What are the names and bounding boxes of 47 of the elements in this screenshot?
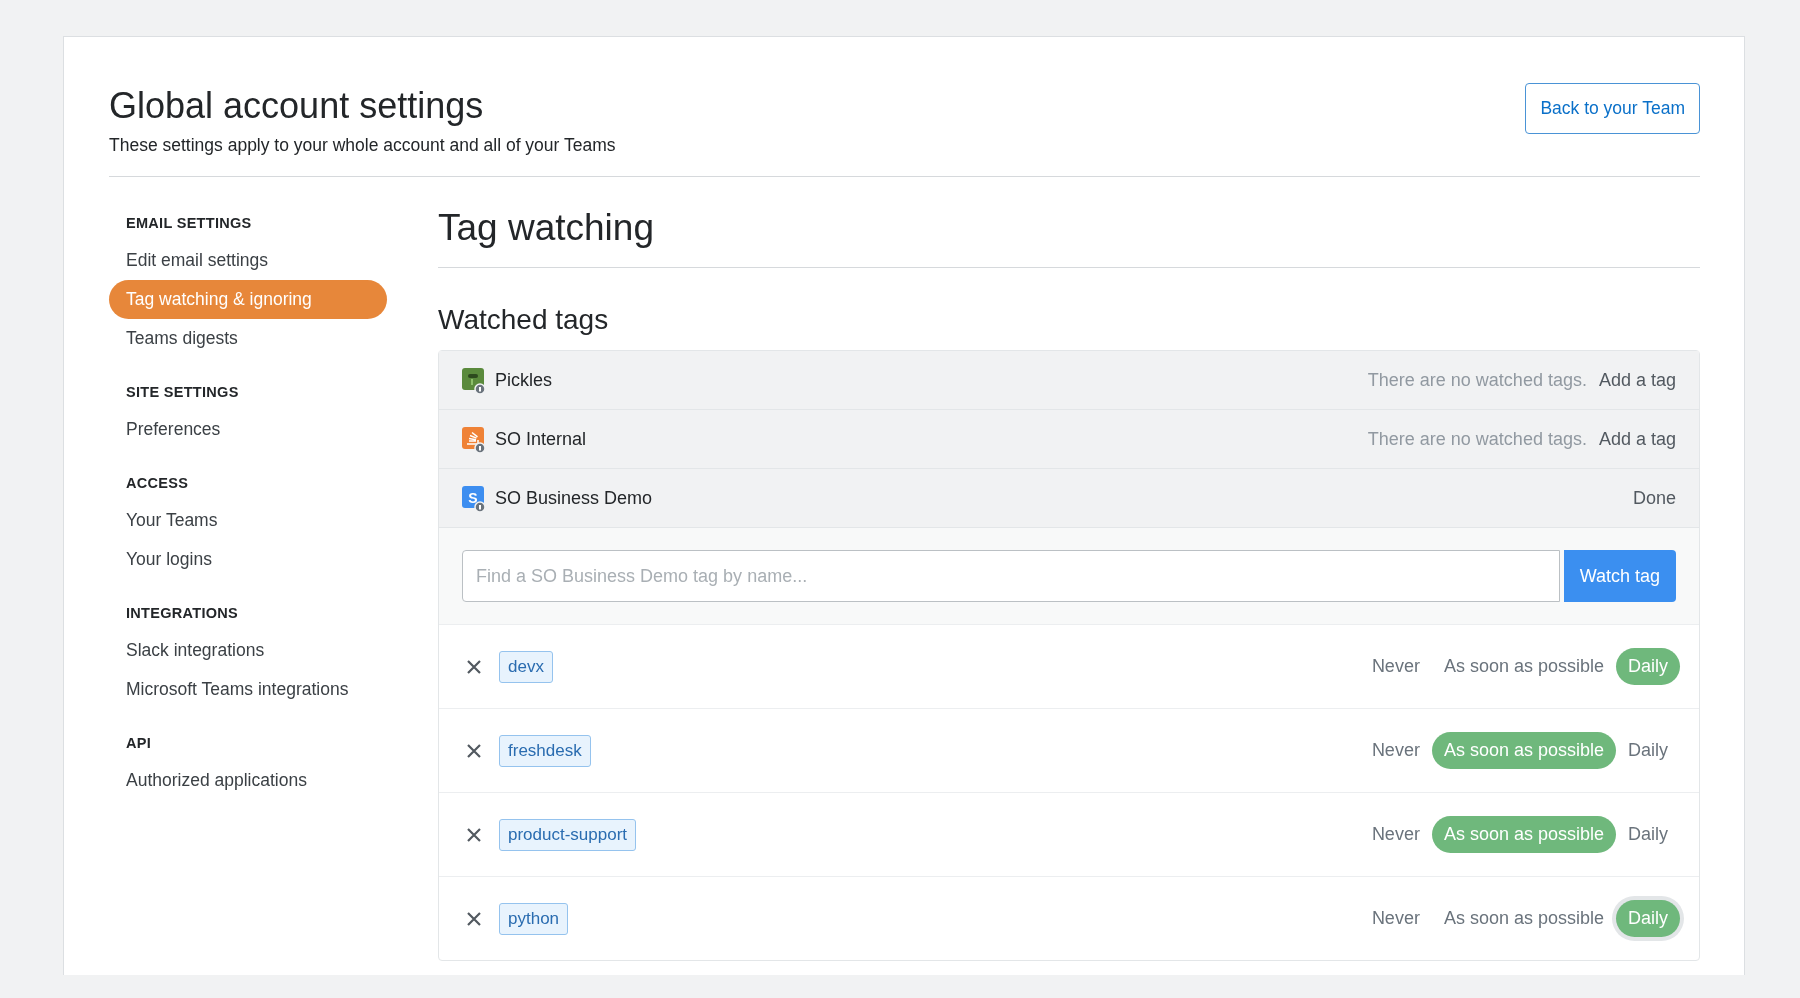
tag-search-field[interactable]: Find a SO Business Demo tag by name... <box>462 550 1560 603</box>
frequency-option[interactable]: Daily <box>1616 816 1680 854</box>
sidebar-item[interactable]: Your Teams <box>109 501 387 541</box>
remove-icon[interactable] <box>466 658 482 675</box>
sidebar-heading: SITE SETTINGS <box>125 384 240 401</box>
team-name: SO Internal <box>495 428 587 450</box>
sidebar-item[interactable]: Preferences <box>109 410 387 450</box>
sidebar-item[interactable]: Slack integrations <box>109 631 387 671</box>
frequency-option[interactable]: Never <box>1359 648 1432 686</box>
frequency-option[interactable]: Never <box>1359 816 1432 854</box>
frequency-option[interactable]: As soon as possible <box>1431 648 1616 686</box>
sidebar-item[interactable]: Microsoft Teams integrations <box>109 670 387 710</box>
remove-icon[interactable] <box>466 742 482 759</box>
team-name: Pickles <box>495 369 552 391</box>
team-action-link[interactable]: Add a tag <box>1598 369 1676 391</box>
frequency-option[interactable]: Never <box>1359 900 1432 938</box>
watch-tag-button[interactable]: Watch tag <box>1563 550 1676 603</box>
frequency-option[interactable]: Never <box>1359 732 1432 770</box>
sidebar-heading: ACCESS <box>125 475 190 492</box>
team-icon <box>462 368 486 395</box>
sidebar-item[interactable]: Tag watching & ignoring <box>109 280 387 320</box>
sidebar-item[interactable]: Teams digests <box>109 319 387 359</box>
team-status: There are no watched tags. <box>1367 428 1587 450</box>
team-name: SO Business Demo <box>495 487 653 509</box>
team-status: There are no watched tags. <box>1367 369 1587 391</box>
tag-chip[interactable]: freshdesk <box>499 734 591 767</box>
team-action-link[interactable]: Add a tag <box>1598 428 1676 450</box>
team-action-link[interactable]: Done <box>1632 487 1676 509</box>
sidebar-heading: EMAIL SETTINGS <box>125 215 253 232</box>
tag-chip[interactable]: devx <box>499 650 553 683</box>
sidebar-item[interactable]: Authorized applications <box>109 761 387 801</box>
team-icon <box>462 427 486 454</box>
section-title: Tag watching <box>438 207 1700 269</box>
tag-chip[interactable]: product-support <box>499 818 637 851</box>
remove-icon[interactable] <box>466 826 482 843</box>
frequency-option[interactable]: As soon as possible <box>1431 900 1616 938</box>
remove-icon[interactable] <box>466 910 482 927</box>
frequency-option[interactable]: Daily <box>1616 732 1680 770</box>
tag-chip[interactable]: python <box>499 902 569 935</box>
subsection-title: Watched tags <box>438 303 610 338</box>
back-to-team-button[interactable]: Back to your Team <box>1525 83 1700 134</box>
page-title: Global account settings <box>109 84 485 128</box>
page-subtitle: These settings apply to your whole account and all of your Teams <box>109 135 616 157</box>
sidebar-heading: API <box>125 735 153 752</box>
sidebar-item[interactable]: Edit email settings <box>109 241 387 281</box>
sidebar-item[interactable]: Your logins <box>109 540 387 580</box>
sidebar-heading: INTEGRATIONS <box>125 605 240 622</box>
